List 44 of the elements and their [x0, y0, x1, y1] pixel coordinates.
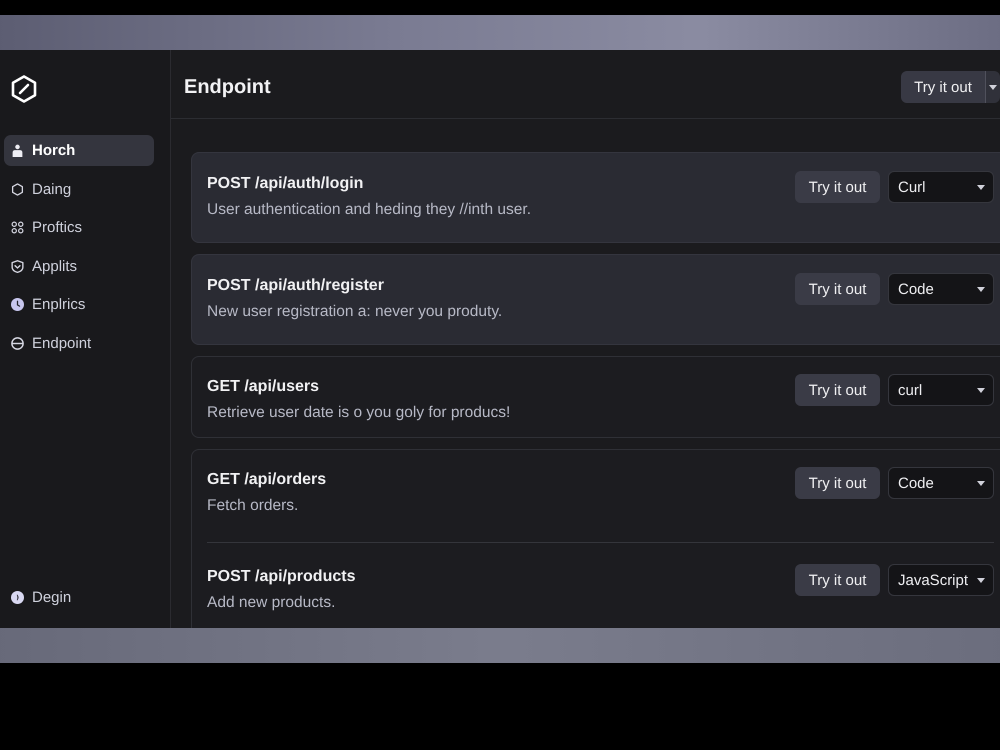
- try-it-out-button[interactable]: Try it out: [795, 273, 880, 305]
- format-select[interactable]: Curl: [888, 171, 994, 203]
- caret-icon: [977, 388, 985, 392]
- moon-icon: [11, 591, 24, 604]
- endpoint-title: POST /api/products: [207, 567, 356, 587]
- format-select[interactable]: Code: [888, 273, 994, 305]
- format-select[interactable]: Code: [888, 467, 994, 499]
- endpoint-title: GET /api/users: [207, 377, 320, 397]
- sidebar-item[interactable]: Enplrics: [4, 289, 154, 320]
- caret-icon: [977, 184, 985, 190]
- circle-minus-icon: [11, 336, 24, 350]
- try-it-out-button[interactable]: Try it out: [795, 374, 880, 406]
- sidebar-item[interactable]: Degin: [4, 582, 154, 613]
- grid-dots-icon: [11, 221, 24, 234]
- sidebar-item[interactable]: Horch: [4, 135, 154, 166]
- sidebar-item[interactable]: Daing: [4, 174, 154, 204]
- try-it-out-button[interactable]: Try it out: [795, 171, 880, 203]
- endpoint-description: Add new products.: [207, 593, 336, 613]
- sidebar-item[interactable]: Applits: [4, 250, 154, 282]
- caret-icon: [977, 480, 985, 486]
- page-title: Endpoint: [184, 76, 271, 98]
- endpoint-description: New user registration a: never you produty.: [207, 302, 502, 322]
- person-icon: [11, 144, 24, 157]
- endpoint-title: POST /api/auth/login: [207, 174, 364, 194]
- format-select[interactable]: curl: [888, 374, 994, 406]
- clock-icon: [11, 298, 24, 311]
- try-it-out-button[interactable]: Try it out: [795, 467, 880, 499]
- endpoint-description: Fetch orders.: [207, 496, 300, 516]
- dropdown-button[interactable]: [985, 71, 1000, 103]
- caret-icon: [977, 286, 985, 292]
- endpoint-title: GET /api/orders: [207, 470, 326, 490]
- endpoint-description: Retrieve user date is o you goly for producs!: [207, 403, 510, 423]
- sidebar-item[interactable]: Endpoint: [4, 328, 154, 358]
- try-it-out-button[interactable]: Try it out: [901, 71, 985, 103]
- format-select[interactable]: JavaScript: [888, 564, 994, 596]
- sidebar-item[interactable]: Proftics: [4, 212, 154, 243]
- endpoint-description: User authentication and heding they //inth user.: [207, 200, 531, 220]
- shield-icon: [11, 260, 24, 272]
- hexagon-icon: [11, 182, 24, 196]
- caret-icon: [989, 84, 997, 90]
- try-it-out-button[interactable]: Try it out: [795, 564, 880, 596]
- logo-icon: [10, 75, 38, 103]
- caret-icon: [977, 578, 985, 582]
- endpoint-title: POST /api/auth/register: [207, 276, 385, 296]
